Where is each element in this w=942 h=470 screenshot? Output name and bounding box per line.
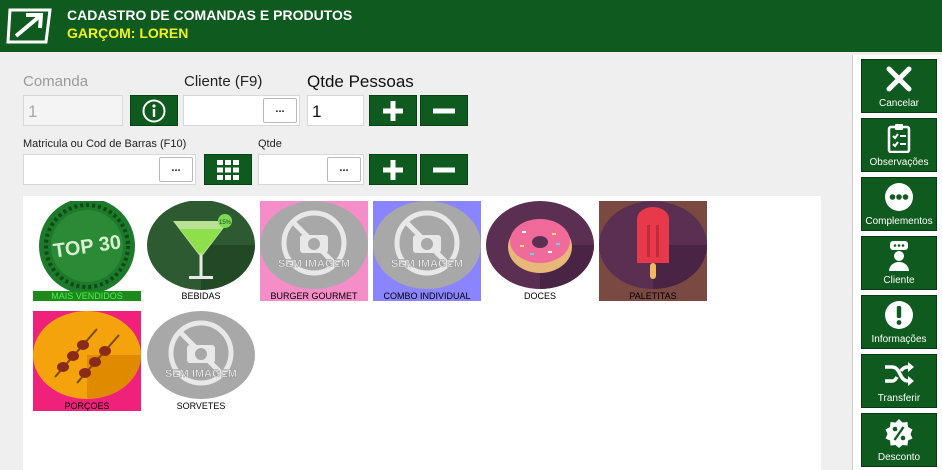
no-image-icon: SEM IMAGEM bbox=[260, 201, 368, 301]
svg-text:SEM IMAGEM: SEM IMAGEM bbox=[391, 258, 463, 270]
no-image-icon: SEM IMAGEM bbox=[147, 311, 255, 411]
sidebar-label: Cliente bbox=[883, 275, 915, 286]
category-burger-gourmet[interactable]: SEM IMAGEM BURGER GOURMET bbox=[260, 201, 368, 301]
category-porcoes[interactable]: PORÇOES bbox=[33, 311, 141, 411]
category-label: COMBO INDIVIDUAL bbox=[383, 291, 471, 301]
pessoas-field[interactable]: 1 bbox=[307, 95, 364, 126]
complements-button[interactable]: Complementos bbox=[861, 177, 937, 231]
sidebar-label: Cancelar bbox=[878, 98, 920, 109]
matricula-search-button[interactable]: ... bbox=[159, 157, 193, 182]
pessoas-minus-button[interactable] bbox=[420, 95, 468, 126]
action-sidebar: Cancelar Observações Complementos Client… bbox=[852, 55, 942, 470]
category-label: PALETITAS bbox=[629, 291, 677, 301]
sidebar-label: Complementos bbox=[865, 216, 933, 227]
minus-icon bbox=[433, 108, 455, 113]
pessoas-label: Qtde Pessoas bbox=[307, 72, 414, 91]
transfer-button[interactable]: Transferir bbox=[861, 354, 937, 408]
category-sorvetes[interactable]: SEM IMAGEM SORVETES bbox=[147, 311, 255, 411]
category-grid: TOP 30 MAIS VENDIDOS 15% BEBIDAS SEM IMA… bbox=[23, 196, 821, 470]
client-button[interactable]: Cliente bbox=[861, 236, 937, 290]
category-bebidas[interactable]: 15% BEBIDAS bbox=[147, 201, 255, 301]
comanda-label: Comanda bbox=[23, 73, 89, 90]
svg-text:15%: 15% bbox=[219, 220, 232, 226]
category-combo-individual[interactable]: SEM IMAGEM COMBO INDIVIDUAL bbox=[373, 201, 481, 301]
category-label: SORVETES bbox=[176, 401, 226, 411]
cancel-button[interactable]: Cancelar bbox=[861, 59, 937, 113]
qtde-plus-button[interactable] bbox=[369, 154, 417, 185]
cliente-label: Cliente (F9) bbox=[184, 73, 263, 90]
category-doces[interactable]: DOCES bbox=[486, 201, 594, 301]
matricula-label: Matricula ou Cod de Barras (F10) bbox=[23, 138, 187, 150]
person-icon bbox=[883, 241, 915, 271]
category-label: BURGER GOURMET bbox=[270, 291, 358, 301]
app-logo-icon bbox=[6, 8, 52, 44]
waiter-name: GARÇOM: LOREN bbox=[67, 25, 189, 41]
info-icon bbox=[883, 300, 915, 330]
info-circle-icon bbox=[142, 99, 166, 122]
svg-text:SEM IMAGEM: SEM IMAGEM bbox=[278, 258, 350, 270]
header-bar: CADASTRO DE COMANDAS E PRODUTOS GARÇOM: … bbox=[0, 0, 942, 52]
keypad-button[interactable] bbox=[204, 154, 252, 185]
cocktail-icon: 15% bbox=[147, 201, 255, 301]
sidebar-label: Observações bbox=[869, 157, 929, 168]
grid-icon bbox=[217, 159, 239, 180]
cliente-search-button[interactable]: ... bbox=[263, 98, 297, 123]
top30-icon: TOP 30 bbox=[33, 201, 141, 301]
category-label: MAIS VENDIDOS bbox=[33, 291, 141, 301]
discount-icon bbox=[883, 418, 915, 448]
category-mais-vendidos[interactable]: TOP 30 MAIS VENDIDOS bbox=[33, 201, 141, 301]
qtde-search-button[interactable]: ... bbox=[327, 157, 361, 182]
category-label: PORÇOES bbox=[64, 401, 110, 411]
qtde-minus-button[interactable] bbox=[420, 154, 468, 185]
popsicle-icon bbox=[599, 201, 707, 301]
clipboard-icon bbox=[883, 123, 915, 153]
category-label: DOCES bbox=[523, 291, 556, 301]
minus-icon bbox=[433, 167, 455, 172]
qtde-label: Qtde bbox=[258, 138, 282, 150]
more-icon bbox=[883, 182, 915, 212]
comanda-info-button[interactable] bbox=[130, 95, 178, 126]
no-image-icon: SEM IMAGEM bbox=[373, 201, 481, 301]
sidebar-label: Informações bbox=[871, 334, 927, 345]
close-icon bbox=[883, 64, 915, 94]
skewer-icon bbox=[33, 311, 141, 411]
information-button[interactable]: Informações bbox=[861, 295, 937, 349]
donut-icon bbox=[486, 201, 594, 301]
discount-button[interactable]: Desconto bbox=[861, 413, 937, 467]
observations-button[interactable]: Observações bbox=[861, 118, 937, 172]
category-label: BEBIDAS bbox=[181, 291, 221, 301]
sidebar-label: Desconto bbox=[877, 452, 921, 463]
pessoas-plus-button[interactable] bbox=[369, 95, 417, 126]
plus-icon bbox=[383, 100, 403, 121]
app-window: CADASTRO DE COMANDAS E PRODUTOS GARÇOM: … bbox=[0, 0, 942, 470]
plus-icon bbox=[383, 159, 403, 180]
svg-text:SEM IMAGEM: SEM IMAGEM bbox=[165, 368, 237, 380]
category-paletitas[interactable]: PALETITAS bbox=[599, 201, 707, 301]
page-title: CADASTRO DE COMANDAS E PRODUTOS bbox=[67, 7, 353, 23]
sidebar-label: Transferir bbox=[877, 393, 921, 404]
comanda-field[interactable]: 1 bbox=[23, 95, 123, 126]
shuffle-icon bbox=[883, 359, 915, 389]
